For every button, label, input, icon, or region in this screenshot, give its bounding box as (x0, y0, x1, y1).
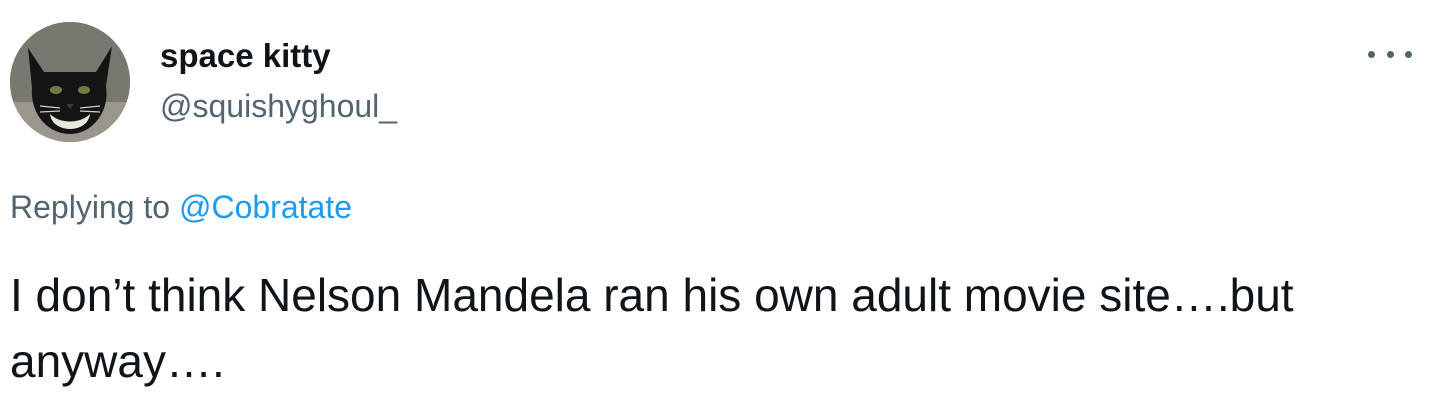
more-dot (1386, 50, 1394, 58)
author-display-name[interactable]: space kitty (160, 36, 331, 76)
author-handle[interactable]: @squishyghoul_ (160, 86, 397, 126)
replying-to-prefix: Replying to (10, 189, 171, 225)
more-dot (1368, 50, 1375, 58)
tweet-text: I don’t think Nelson Mandela ran his own… (10, 269, 1294, 387)
tweet-card: space kitty @squishyghoul_ Replying to @… (0, 0, 1440, 417)
replying-to-line: Replying to @Cobratate (10, 186, 352, 228)
avatar[interactable] (10, 22, 130, 142)
more-dot (1405, 50, 1412, 58)
cat-avatar-icon (10, 22, 130, 142)
more-options-icon[interactable] (1368, 40, 1412, 68)
replying-to-mention-link[interactable]: @Cobratate (179, 189, 352, 225)
